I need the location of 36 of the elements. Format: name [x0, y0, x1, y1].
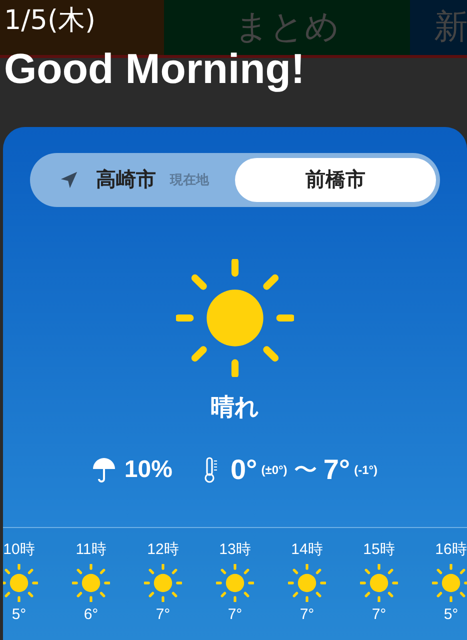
hour-temperature: 6° [84, 605, 98, 625]
hour-label: 11時 [76, 540, 106, 560]
range-separator: 〜 [293, 455, 318, 486]
hour-temperature: 7° [372, 605, 386, 625]
hour-label: 16時 [435, 540, 467, 560]
low-temperature: 0° [230, 453, 258, 487]
hour-temperature: 7° [228, 605, 242, 625]
sun-icon [288, 564, 326, 602]
sun-icon [216, 564, 254, 602]
current-location-label: 現在地 [170, 171, 209, 190]
hour-label: 10時 [3, 540, 35, 560]
hour-temperature: 5° [12, 605, 26, 625]
thermometer-icon [204, 457, 218, 483]
date-label: 1/5(木) [4, 4, 96, 38]
umbrella-icon [92, 457, 116, 483]
sun-icon [432, 564, 467, 602]
location-tab[interactable]: 高崎市 現在地 [34, 158, 235, 202]
hour-temperature: 5° [444, 605, 458, 625]
sun-icon [72, 564, 110, 602]
location-tab[interactable]: 前橋市 [235, 158, 436, 202]
hour-label: 14時 [291, 540, 323, 560]
hour-temperature: 7° [300, 605, 314, 625]
location-arrow-icon [60, 171, 78, 189]
hour-label: 13時 [219, 540, 251, 560]
high-temperature-change: (-1°) [354, 462, 378, 479]
low-temperature-change: (±0°) [261, 462, 288, 479]
sun-icon [360, 564, 398, 602]
sun-icon [144, 564, 182, 602]
weather-condition: 晴れ [210, 393, 260, 423]
hour-temperature: 7° [156, 605, 170, 625]
hour-label: 12時 [147, 540, 179, 560]
precipitation-value: 10% [124, 455, 172, 485]
sun-icon [3, 564, 38, 602]
hour-label: 15時 [363, 540, 395, 560]
sun-icon [176, 259, 294, 377]
high-temperature: 7° [323, 453, 350, 487]
